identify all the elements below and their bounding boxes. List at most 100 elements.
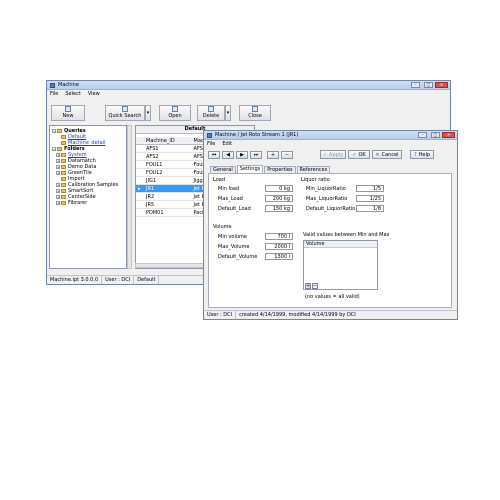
help-button[interactable]: ? Help [410, 150, 434, 159]
app-icon [50, 82, 55, 88]
add-record-button[interactable]: + [267, 151, 279, 159]
default-load-field[interactable]: 150 kg [265, 205, 293, 212]
tree-scrollbar[interactable] [127, 125, 132, 269]
maximize-button[interactable]: □ [424, 82, 433, 88]
dialog-statusbar: User : DCI created 4/14/1999, modified 4… [204, 310, 457, 319]
machine-id-cell: JR5 [144, 200, 192, 209]
folder-icon [57, 129, 62, 133]
row-indicator [136, 192, 144, 201]
quick-search-button[interactable]: Quick Search [105, 105, 145, 121]
tab-general[interactable]: General [210, 166, 236, 173]
row-indicator-header [136, 137, 144, 145]
ok-button[interactable]: ✓ OK [348, 150, 370, 159]
new-button[interactable]: New [51, 105, 85, 121]
max-liquor-field[interactable]: 1/25 [356, 195, 384, 202]
apply-button[interactable]: ✓ Apply [320, 150, 346, 159]
close-button[interactable]: Close [239, 105, 271, 121]
main-menubar: File Select View [47, 90, 450, 97]
valid-values-add-button[interactable]: + [305, 283, 311, 289]
tab-settings[interactable]: Settings [236, 165, 264, 173]
liquor-group-label: Liquor ratio [301, 177, 330, 183]
dialog-menu-edit[interactable]: Edit [222, 141, 232, 147]
main-window-title: Machine [58, 82, 79, 88]
menu-view[interactable]: View [88, 91, 100, 97]
valid-values-note: (no values = all valid) [305, 294, 360, 300]
machine-id-cell: FOUL1 [144, 160, 192, 169]
dialog-title: Machine / Jet Roto Stream 1 (JR1) [215, 132, 299, 138]
row-indicator: ▸ [136, 184, 144, 193]
menu-file[interactable]: File [50, 91, 58, 97]
help-icon: ? [413, 151, 417, 158]
close-icon [252, 106, 258, 112]
max-volume-field[interactable]: 2000 l [265, 243, 293, 250]
next-record-button[interactable]: ▶ [236, 151, 248, 159]
open-button[interactable]: Open [159, 105, 191, 121]
volume-group-label: Volume [213, 224, 232, 230]
max-liquor-label: Max_LiquorRatio [306, 196, 348, 202]
dialog-status-info: created 4/14/1999, modified 4/14/1999 by… [239, 312, 356, 318]
min-volume-field[interactable]: 700 l [265, 233, 293, 240]
dialog-minimize-button[interactable]: – [418, 132, 427, 138]
tree-folder-fibrarer[interactable]: + Fibrarer [52, 200, 124, 206]
min-load-field[interactable]: 0 kg [265, 185, 293, 192]
folder-icon [61, 195, 66, 199]
valid-values-remove-button[interactable]: − [312, 283, 318, 289]
settings-page: Load Min load 0 kg Max_Load 200 kg Defau… [208, 173, 452, 308]
row-indicator [136, 176, 144, 185]
delete-dropdown[interactable]: ▾ [225, 105, 231, 121]
folder-icon [61, 171, 66, 175]
main-titlebar[interactable]: Machine – □ ✕ [47, 81, 450, 90]
record-navigation: ⏮ ◀ ▶ ⏭ + − [208, 151, 295, 159]
machine-id-cell: PDM01 [144, 208, 192, 217]
dialog-maximize-button[interactable]: □ [431, 132, 440, 138]
dialog-app-icon [207, 132, 212, 138]
delete-icon [208, 106, 214, 112]
folder-icon [61, 183, 66, 187]
cancel-button[interactable]: ✕ Cancel [372, 150, 402, 159]
row-indicator [136, 160, 144, 169]
max-load-field[interactable]: 200 kg [265, 195, 293, 202]
min-liquor-field[interactable]: 1/5 [356, 185, 384, 192]
folder-icon [61, 153, 66, 157]
dialog-titlebar[interactable]: Machine / Jet Roto Stream 1 (JR1) – □ ✕ [204, 131, 457, 140]
first-record-button[interactable]: ⏮ [208, 151, 220, 159]
min-volume-label: Min volume [218, 234, 247, 240]
quick-search-dropdown[interactable]: ▾ [145, 105, 151, 121]
menu-select[interactable]: Select [65, 91, 80, 97]
dialog-close-window-button[interactable]: ✕ [442, 132, 455, 138]
min-load-label: Min load [218, 186, 240, 192]
query-icon [61, 141, 66, 145]
previous-record-button[interactable]: ◀ [222, 151, 234, 159]
machine-id-cell: JR2 [144, 192, 192, 201]
status-query: Default [134, 276, 160, 284]
max-load-label: Max_Load [218, 196, 243, 202]
dialog-menubar: File Edit [204, 140, 457, 147]
check-icon: ✓ [352, 151, 357, 158]
cancel-icon: ✕ [375, 151, 380, 158]
tab-properties[interactable]: Properties [264, 166, 296, 173]
remove-record-button[interactable]: − [281, 151, 293, 159]
open-icon [172, 106, 178, 112]
last-record-button[interactable]: ⏭ [250, 151, 262, 159]
tab-references[interactable]: References [296, 166, 331, 173]
folder-icon [61, 201, 66, 205]
valid-values-label: Valid values between Min and Max [303, 232, 390, 238]
column-machine-id[interactable]: Machine_ID [144, 137, 192, 145]
folder-icon [57, 147, 62, 151]
folder-icon [61, 159, 66, 163]
minimize-button[interactable]: – [411, 82, 420, 88]
default-volume-field[interactable]: 1300 l [265, 253, 293, 260]
row-indicator [136, 208, 144, 217]
row-indicator [136, 144, 144, 153]
valid-values-column-header: Volume [304, 241, 377, 248]
default-liquor-field[interactable]: 1/8 [356, 205, 384, 212]
default-liquor-label: Default_LiquorRatio [306, 206, 356, 212]
machine-id-cell: AFS2 [144, 152, 192, 161]
machine-id-cell: AFS1 [144, 144, 192, 153]
dialog-actions: ✓ Apply ✓ OK ✕ Cancel ? Help [320, 150, 436, 159]
close-window-button[interactable]: ✕ [435, 82, 448, 88]
delete-button[interactable]: Delete [197, 105, 225, 121]
dialog-menu-file[interactable]: File [207, 141, 215, 147]
new-icon [65, 106, 71, 112]
folder-icon [61, 177, 66, 181]
